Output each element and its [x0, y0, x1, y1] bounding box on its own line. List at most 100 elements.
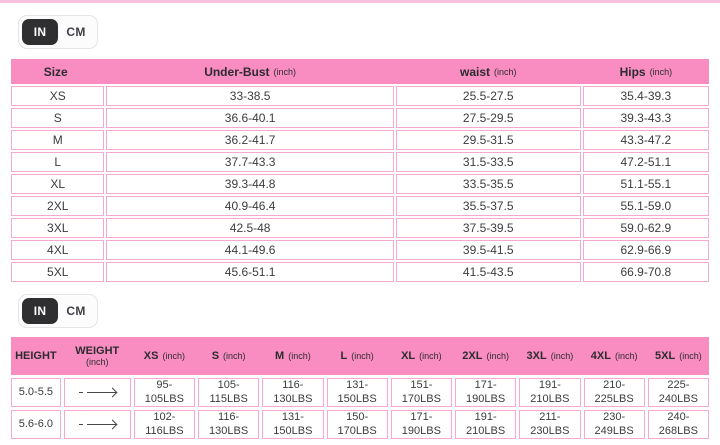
size-table: Size Under-Bust (inch) waist(inch) Hips (i… — [11, 59, 709, 282]
under-bust-cell: 42.5-48 — [106, 218, 393, 238]
waist-cell: 27.5-29.5 — [396, 108, 581, 128]
size-cell: XL — [11, 174, 104, 194]
hips-cell: 59.0-62.9 — [583, 218, 709, 238]
header-label: Hips — [620, 65, 646, 79]
height-weight-table: HEIGHT WEIGHT(inch) XS(inch) S(inch) M(i… — [11, 337, 709, 439]
size-cell: XS — [11, 86, 104, 106]
weight-cell: 210- 225LBS — [584, 378, 645, 407]
weight-cell: 191- 210LBS — [519, 378, 580, 407]
header-unit: (inch) — [162, 351, 185, 361]
header-label: XS — [144, 350, 159, 362]
under-bust-cell: 33-38.5 — [106, 86, 393, 106]
height-cell: 5.0-5.5 — [11, 378, 61, 407]
weight-cell: 131- 150LBS — [262, 410, 323, 439]
weight-cell: 95- 105LBS — [134, 378, 195, 407]
weight-cell: 230- 249LBS — [584, 410, 645, 439]
header-unit: (inch) — [351, 351, 374, 361]
header-label: 3XL — [527, 350, 547, 362]
header-5xl: 5XL (inch) — [648, 337, 709, 375]
waist-cell: 29.5-31.5 — [396, 130, 581, 150]
size-cell: 5XL — [11, 262, 104, 282]
size-table-header-row: Size Under-Bust (inch) waist(inch) Hips (i… — [11, 59, 709, 84]
weight-cell: 151- 170LBS — [391, 378, 452, 407]
weight-table-unit-in-button[interactable]: IN — [22, 298, 58, 324]
header-xl: XL(inch) — [391, 337, 452, 375]
header-hips: Hips (inch) — [583, 59, 709, 84]
weight-cell: 105- 115LBS — [198, 378, 259, 407]
hips-cell: 39.3-43.3 — [583, 108, 709, 128]
size-table-body: XS 33-38.5 25.5-27.5 35.4-39.3 S 36.6-40… — [11, 86, 709, 282]
header-label: Under-Bust — [204, 65, 269, 79]
size-cell: 3XL — [11, 218, 104, 238]
header-weight: WEIGHT(inch) — [64, 337, 131, 375]
weight-cell: 116- 130LBS — [262, 378, 323, 407]
waist-cell: 41.5-43.5 — [396, 262, 581, 282]
hips-cell: 51.1-55.1 — [583, 174, 709, 194]
under-bust-cell: 45.6-51.1 — [106, 262, 393, 282]
header-label: 2XL — [462, 350, 482, 362]
under-bust-cell: 36.2-41.7 — [106, 130, 393, 150]
header-s: S (inch) — [198, 337, 259, 375]
hips-cell: 43.3-47.2 — [583, 130, 709, 150]
hips-cell: 62.9-66.9 — [583, 240, 709, 260]
weight-cell: 116- 130LBS — [198, 410, 259, 439]
weight-direction-cell — [64, 378, 131, 407]
header-size: Size — [11, 59, 104, 84]
height-weight-body: 5.0-5.5 95- 105LBS 105- 115LBS 116- 130L… — [11, 378, 709, 439]
under-bust-cell: 44.1-49.6 — [106, 240, 393, 260]
weight-cell: 150- 170LBS — [327, 410, 388, 439]
under-bust-cell: 39.3-44.8 — [106, 174, 393, 194]
header-label: waist — [460, 65, 490, 79]
size-cell: S — [11, 108, 104, 128]
header-label: 4XL — [591, 350, 611, 362]
waist-cell: 31.5-33.5 — [396, 152, 581, 172]
header-unit: (inch) — [679, 351, 702, 361]
weight-cell: 225- 240LBS — [648, 378, 709, 407]
header-label: 5XL — [655, 350, 675, 362]
header-label: L — [341, 350, 348, 362]
weight-cell: 191- 210LBS — [455, 410, 516, 439]
waist-cell: 37.5-39.5 — [396, 218, 581, 238]
weight-cell: 171- 190LBS — [455, 378, 516, 407]
header-unit: (inch) — [615, 351, 638, 361]
weight-cell: 102- 116LBS — [134, 410, 195, 439]
header-height: HEIGHT — [11, 337, 61, 375]
height-weight-header-row: HEIGHT WEIGHT(inch) XS(inch) S(inch) M(i… — [11, 337, 709, 375]
size-cell: L — [11, 152, 104, 172]
header-label: M — [275, 350, 284, 362]
header-unit: (inch) — [650, 67, 673, 77]
header-waist: waist(inch) — [396, 59, 581, 84]
weight-direction-cell — [64, 410, 131, 439]
header-3xl: 3XL (inch) — [519, 337, 580, 375]
weight-table-unit-cm-button[interactable]: CM — [58, 298, 94, 324]
header-label: HEIGHT — [15, 350, 57, 362]
weight-cell: 131- 150LBS — [327, 378, 388, 407]
header-unit: (inch) — [274, 67, 297, 77]
waist-cell: 33.5-35.5 — [396, 174, 581, 194]
header-unit: (inch) — [419, 351, 442, 361]
header-label: S — [212, 350, 219, 362]
size-table-unit-cm-button[interactable]: CM — [58, 19, 94, 45]
header-unit: (inch) — [486, 351, 509, 361]
header-2xl: 2XL (inch) — [455, 337, 516, 375]
hips-cell: 55.1-59.0 — [583, 196, 709, 216]
weight-cell: 240- 268LBS — [648, 410, 709, 439]
under-bust-cell: 37.7-43.3 — [106, 152, 393, 172]
header-l: L(inch) — [327, 337, 388, 375]
hips-cell: 35.4-39.3 — [583, 86, 709, 106]
header-unit: (inch) — [551, 351, 574, 361]
waist-cell: 39.5-41.5 — [396, 240, 581, 260]
weight-cell: 211- 230LBS — [519, 410, 580, 439]
header-unit: (inch) — [86, 357, 109, 367]
header-xs: XS(inch) — [134, 337, 195, 375]
size-cell: 2XL — [11, 196, 104, 216]
weight-cell: 171- 190LBS — [391, 410, 452, 439]
header-label: Size — [44, 65, 68, 79]
waist-cell: 25.5-27.5 — [396, 86, 581, 106]
right-arrow-icon — [79, 421, 116, 428]
height-cell: 5.6-6.0 — [11, 410, 61, 439]
header-unit: (inch) — [223, 351, 246, 361]
right-arrow-icon — [79, 389, 116, 396]
size-table-unit-in-button[interactable]: IN — [22, 19, 58, 45]
size-table-unit-toggle: IN CM — [18, 15, 98, 49]
